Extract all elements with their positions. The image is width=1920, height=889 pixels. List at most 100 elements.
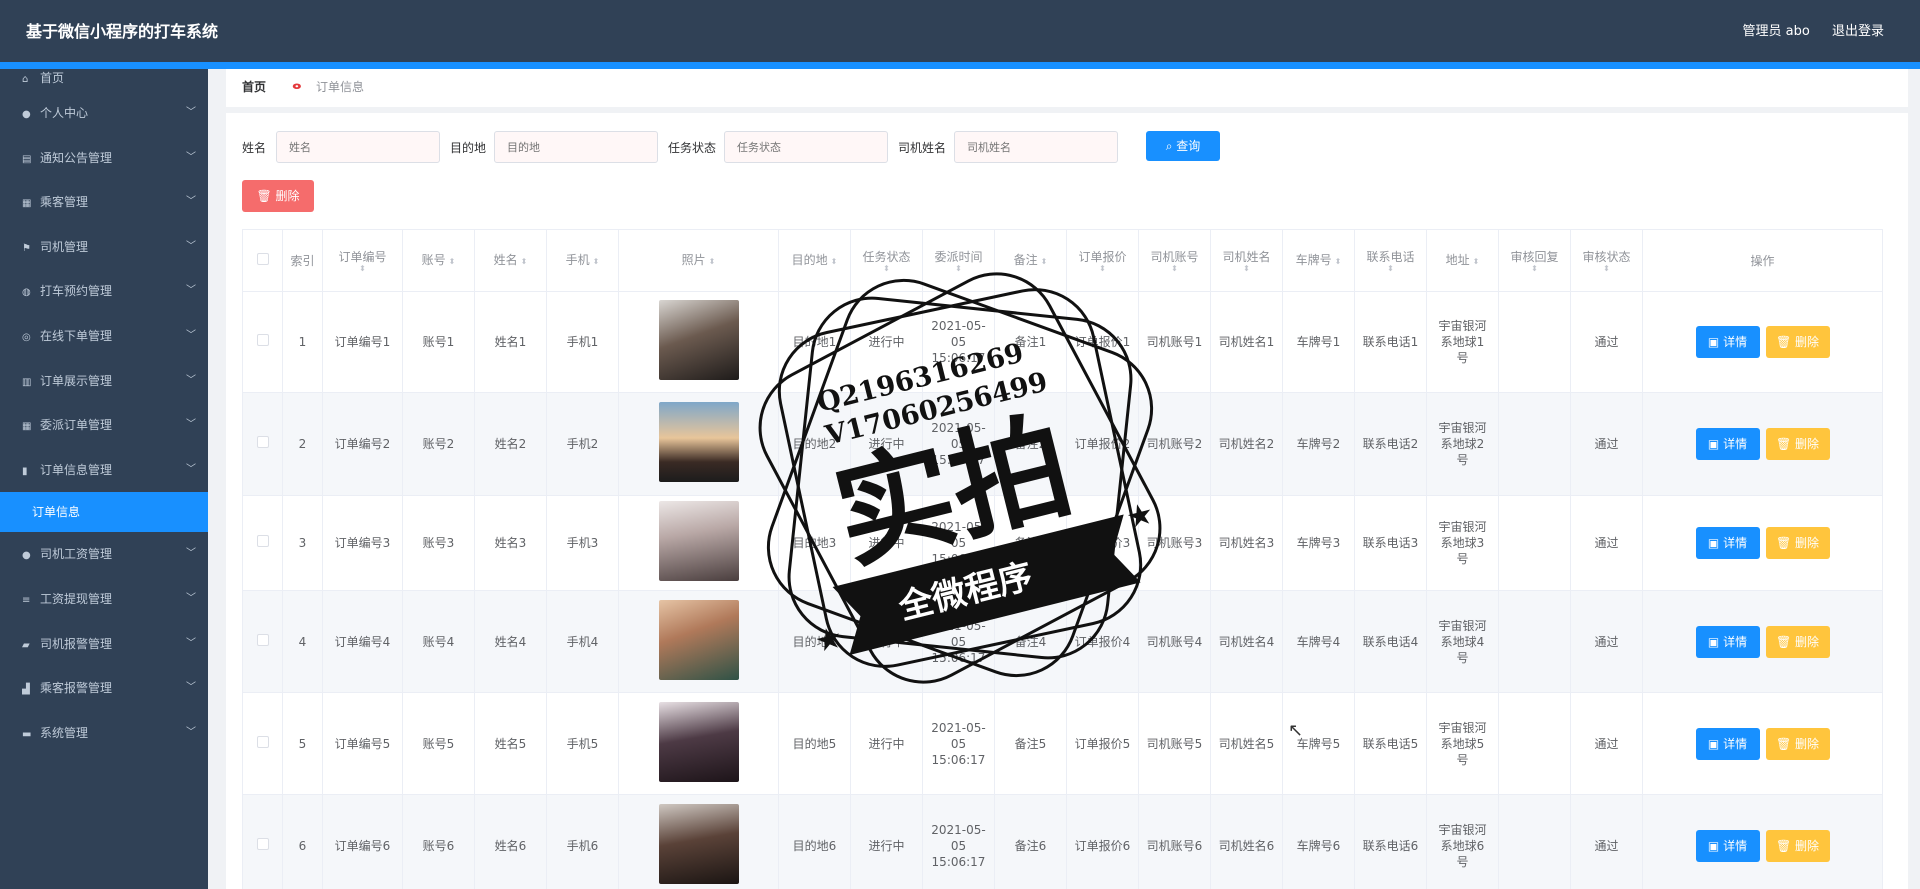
sort-icon[interactable]: ⬍ [851,264,922,273]
select-all-checkbox[interactable] [256,252,269,265]
sort-icon[interactable]: ⬍ [1139,264,1210,273]
column-header[interactable]: 车牌号 ⬍ [1282,229,1355,292]
trash-icon: 🗑 [1775,437,1796,451]
sidebar-item-1[interactable]: ⌂ 首页 [0,65,208,91]
column-header[interactable]: 联系电话 ⬍ [1354,229,1427,292]
sort-icon[interactable]: ⬍ [1041,257,1048,266]
column-header[interactable]: 手机 ⬍ [546,229,619,292]
batch-delete-button[interactable]: 🗑 删除 [242,180,314,212]
table-cell: 订单编号6 [322,794,403,889]
sidebar-item-10[interactable]: ▮ 订单信息管理 ﹀ [0,448,208,493]
sort-icon[interactable]: ⬍ [1067,264,1138,273]
name-input[interactable] [276,131,440,163]
column-header[interactable]: 审核状态 ⬍ [1570,229,1643,292]
column-header[interactable]: 委派时间 ⬍ [922,229,995,292]
detail-button[interactable]: ▣ 详情 [1695,326,1760,358]
sidebar-item-7[interactable]: ◎ 在线下单管理 ﹀ [0,314,208,359]
destination-input[interactable] [494,131,658,163]
sidebar-item-12[interactable]: ≡ 工资提现管理 ﹀ [0,577,208,622]
delete-button[interactable]: 🗑 删除 [1765,829,1830,862]
column-header[interactable]: 订单编号 ⬍ [322,229,403,292]
sort-icon[interactable]: ⬍ [709,257,716,266]
query-button[interactable]: ⌕ 查询 [1146,131,1220,161]
sort-icon[interactable]: ⬍ [1211,264,1282,273]
logout-link[interactable]: 退出登录 [1832,24,1884,39]
column-header[interactable]: 备注 ⬍ [994,229,1067,292]
sidebar-item-9[interactable]: ▦ 委派订单管理 ﹀ [0,403,208,448]
sort-icon[interactable]: ⬍ [1473,257,1480,266]
sidebar-item-14[interactable]: ▟ 乘客报警管理 ﹀ [0,666,208,711]
sort-icon[interactable]: ⬍ [593,257,600,266]
sidebar-item-label: 在线下单管理 [40,328,113,343]
sidebar-item-3[interactable]: ▤ 通知公告管理 ﹀ [0,136,208,181]
sidebar-subitem-order-info[interactable]: 订单信息 [0,492,208,533]
table-cell: 订单报价6 [1066,794,1139,889]
column-header[interactable]: 地址 ⬍ [1426,229,1499,292]
sort-icon[interactable]: ⬍ [831,257,838,266]
table-cell: 备注2 [994,392,1067,496]
sidebar: ⌂ 首页 ● 个人中心 ﹀ ▤ 通知公告管理 ﹀ ▦ 乘客管理 ﹀ ⚑ 司机管理 ﹀ ◍ 打车预约管理 ﹀ ◎ 在线… [0,69,208,889]
column-header-label: 账号 [421,252,446,267]
sort-icon[interactable]: ⬍ [323,264,402,273]
sort-icon[interactable]: ⬍ [1571,264,1642,273]
detail-button[interactable]: ▣ 详情 [1695,727,1760,760]
sidebar-item-6[interactable]: ◍ 打车预约管理 ﹀ [0,269,208,314]
detail-button[interactable]: ▣ 详情 [1695,625,1760,658]
sort-icon[interactable]: ⬍ [1335,257,1342,266]
table-cell: 宇宙银河系地球6号 [1426,794,1499,889]
sidebar-item-label: 订单信息管理 [40,462,113,477]
row-checkbox[interactable] [256,535,269,547]
detail-button[interactable]: ▣ 详情 [1695,428,1760,460]
table-cell: 账号3 [402,495,475,591]
column-header-label: 手机 [565,252,590,267]
sort-icon[interactable]: ⬍ [521,257,528,266]
user-photo [658,599,739,680]
column-header[interactable]: 审核回复 ⬍ [1498,229,1571,292]
column-header[interactable]: 照片 ⬍ [618,229,779,292]
grid-icon: ▦ [22,421,32,433]
trash-icon: 🗑 [1775,536,1796,550]
delete-button[interactable]: 🗑 删除 [1765,527,1830,559]
sidebar-item-5[interactable]: ⚑ 司机管理 ﹀ [0,225,208,270]
delete-button[interactable]: 🗑 删除 [1765,727,1830,760]
column-header[interactable]: 任务状态 ⬍ [850,229,923,292]
table-cell: 账号4 [402,590,475,693]
delete-button[interactable]: 🗑 删除 [1765,326,1830,358]
sidebar-item-2[interactable]: ● 个人中心 ﹀ [0,91,208,136]
table-cell: 目的地1 [778,291,851,393]
table-cell: 2021-05-05 15:06:17 [922,794,995,889]
column-header[interactable]: 司机姓名 ⬍ [1210,229,1283,292]
driver-name-label: 司机姓名 [898,141,947,155]
delete-button[interactable]: 🗑 删除 [1765,625,1830,658]
column-header[interactable]: 姓名 ⬍ [474,229,547,292]
sidebar-item-15[interactable]: ▬ 系统管理 ﹀ [0,711,208,756]
sort-icon[interactable]: ⬍ [449,257,456,266]
driver-name-input[interactable] [954,131,1118,163]
row-checkbox[interactable] [256,837,269,850]
sidebar-item-4[interactable]: ▦ 乘客管理 ﹀ [0,180,208,225]
sidebar-item-8[interactable]: ▥ 订单展示管理 ﹀ [0,359,208,404]
status-input[interactable] [724,131,888,163]
sort-icon[interactable]: ⬍ [1499,264,1570,273]
row-checkbox[interactable] [256,633,269,646]
column-header[interactable]: 司机账号 ⬍ [1138,229,1211,292]
column-header[interactable]: 账号 ⬍ [402,229,475,292]
chevron-down-icon: ﹀ [186,240,196,252]
sidebar-item-13[interactable]: ▰ 司机报警管理 ﹀ [0,622,208,667]
row-checkbox[interactable] [256,735,269,748]
delete-button[interactable]: 🗑 删除 [1765,428,1830,460]
table-cell: 4 [282,590,323,693]
row-checkbox[interactable] [256,334,269,346]
column-header-label: 委派时间 [934,249,983,264]
detail-button[interactable]: ▣ 详情 [1695,527,1760,559]
breadcrumb-home[interactable]: 首页 [242,78,266,95]
column-header[interactable]: 目的地 ⬍ [778,229,851,292]
detail-button[interactable]: ▣ 详情 [1695,829,1760,862]
sidebar-item-11[interactable]: ● 司机工资管理 ﹀ [0,532,208,577]
table-cell: 订单报价3 [1066,495,1139,591]
table-cell: 车牌号4 [1282,590,1355,693]
sort-icon[interactable]: ⬍ [923,264,994,273]
column-header[interactable]: 订单报价 ⬍ [1066,229,1139,292]
row-checkbox[interactable] [256,436,269,448]
sort-icon[interactable]: ⬍ [1355,264,1426,273]
